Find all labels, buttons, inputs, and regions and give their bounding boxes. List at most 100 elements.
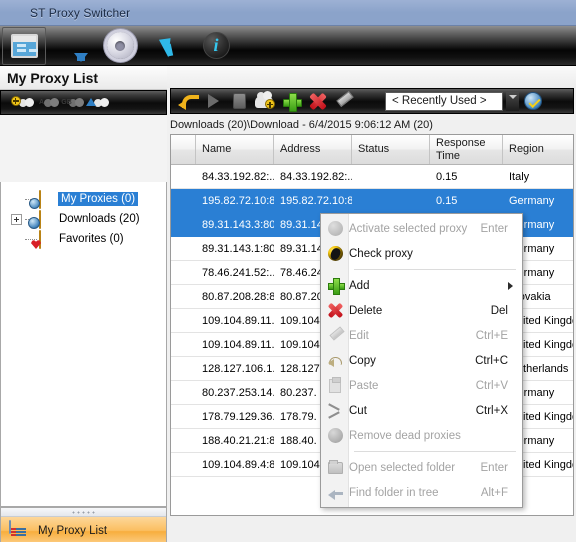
red-x-icon bbox=[309, 93, 326, 110]
column-header-response-time[interactable]: Response Time bbox=[430, 135, 503, 164]
stop-icon bbox=[232, 93, 246, 109]
column-header-icon[interactable] bbox=[171, 135, 196, 164]
column-header-status[interactable]: Status bbox=[352, 135, 430, 164]
column-header-name[interactable]: Name bbox=[196, 135, 274, 164]
proxy-list-view-button[interactable] bbox=[0, 26, 48, 66]
cut-icon bbox=[321, 398, 349, 423]
paste-icon bbox=[321, 373, 349, 398]
select-tool-button[interactable] bbox=[144, 26, 192, 66]
gear-icon bbox=[106, 32, 134, 59]
left-panel-toolbar: A GB bbox=[0, 90, 167, 115]
page-title: My Proxy List bbox=[7, 69, 99, 86]
cell-name: 89.31.143.1:80 bbox=[202, 242, 274, 255]
green-plus-icon bbox=[321, 273, 349, 298]
column-header-region[interactable]: Region bbox=[503, 135, 573, 164]
row-globe-icon bbox=[171, 289, 196, 305]
context-menu-item[interactable]: Delete Del bbox=[321, 298, 522, 323]
row-globe-icon bbox=[171, 361, 196, 377]
back-arrow-icon bbox=[177, 93, 199, 110]
cell-address: 84.33.192.82:... bbox=[280, 170, 352, 183]
cell-region: Germany bbox=[509, 194, 555, 207]
edit-button bbox=[331, 90, 355, 112]
add-button[interactable] bbox=[279, 90, 303, 112]
cell-address: 195.82.72.10:80 bbox=[280, 194, 352, 207]
branding-area: S T bbox=[337, 518, 576, 542]
table-row[interactable]: 195.82.72.10:80 195.82.72.10:80 0.15 German… bbox=[171, 189, 573, 213]
window-icon bbox=[10, 33, 38, 58]
download-proxies-button[interactable] bbox=[48, 26, 96, 66]
title-bar: ST Proxy Switcher bbox=[0, 0, 576, 26]
proxy-list-icon bbox=[9, 520, 29, 541]
context-menu-item: Remove dead proxies bbox=[321, 423, 522, 448]
globe-dim-icon bbox=[321, 216, 349, 241]
green-plus-icon bbox=[282, 92, 302, 112]
expand-icon[interactable] bbox=[11, 213, 22, 225]
row-globe-icon bbox=[171, 457, 196, 473]
cell-name: 80.87.208.28:80 bbox=[202, 290, 274, 303]
context-menu-item: Activate selected proxy Enter bbox=[321, 216, 522, 241]
folder-icon bbox=[321, 455, 349, 480]
globe-button[interactable] bbox=[357, 90, 381, 112]
chevron-down-icon[interactable] bbox=[506, 91, 519, 111]
context-menu-item: Open selected folder Enter bbox=[321, 455, 522, 480]
breadcrumb-text: Downloads (20)\Download - 6/4/2015 9:06:… bbox=[170, 118, 433, 131]
tree-item-my-proxies[interactable]: My Proxies (0) bbox=[1, 189, 166, 209]
context-menu-items: Activate selected proxy Enter Check proxy A… bbox=[321, 216, 522, 505]
context-menu-item: Find folder in tree Alt+F bbox=[321, 480, 522, 505]
table-row[interactable]: 84.33.192.82:... 84.33.192.82:... 0.15 Ital… bbox=[171, 165, 573, 189]
delete-button[interactable] bbox=[305, 90, 329, 112]
context-menu[interactable]: Activate selected proxy Enter Check proxy A… bbox=[320, 213, 523, 508]
context-menu-item-label: Delete bbox=[349, 304, 383, 317]
app-window: ST Proxy Switcher My Proxy List bbox=[0, 0, 576, 542]
context-menu-item-label: Add bbox=[349, 279, 370, 292]
about-button[interactable] bbox=[192, 26, 240, 66]
globe-icon bbox=[321, 241, 349, 266]
play-arrow-icon bbox=[207, 94, 219, 108]
add-proxy-cloud-button[interactable] bbox=[253, 90, 277, 112]
cursor-icon bbox=[158, 34, 178, 57]
submenu-arrow-icon bbox=[508, 281, 513, 290]
red-x-icon bbox=[321, 298, 349, 323]
pencil-icon bbox=[335, 94, 352, 109]
context-menu-item-accelerator: Ctrl+X bbox=[475, 404, 508, 417]
tree-item-label: My Proxies (0) bbox=[58, 192, 139, 206]
context-menu-item-accelerator: Ctrl+V bbox=[475, 379, 508, 392]
settings-button[interactable] bbox=[96, 26, 144, 66]
context-menu-item-accelerator: Enter bbox=[480, 222, 509, 235]
context-menu-item[interactable]: Copy Ctrl+C bbox=[321, 348, 522, 373]
right-panel-toolbar: < Recently Used > bbox=[170, 88, 574, 114]
globe-icon bbox=[360, 92, 378, 110]
context-menu-item[interactable]: Check proxy bbox=[321, 241, 522, 266]
recently-used-combo[interactable]: < Recently Used > bbox=[385, 91, 503, 111]
column-header-address[interactable]: Address bbox=[274, 135, 352, 164]
table-header-row: Name Address Status Response Time Region bbox=[171, 135, 573, 165]
globe-download-icon bbox=[57, 31, 88, 62]
context-menu-item-accelerator: Del bbox=[490, 304, 508, 317]
tree-item-favorites[interactable]: Favorites (0) bbox=[1, 229, 166, 249]
tree-item-downloads[interactable]: Downloads (20) bbox=[1, 209, 166, 229]
add-cloud-button[interactable] bbox=[5, 92, 28, 113]
proxy-tree[interactable]: My Proxies (0) Downloads (20) Favorites … bbox=[0, 182, 167, 507]
row-globe-icon bbox=[171, 385, 196, 401]
context-menu-item[interactable]: Add bbox=[321, 273, 522, 298]
context-menu-item-label: Find folder in tree bbox=[349, 486, 439, 499]
main-toolbar bbox=[0, 26, 576, 66]
context-menu-item-label: Copy bbox=[349, 354, 376, 367]
cell-name: 178.79.129.36... bbox=[202, 410, 274, 423]
context-menu-item-accelerator: Ctrl+C bbox=[475, 354, 508, 367]
splitter-grip[interactable] bbox=[1, 508, 166, 517]
back-button[interactable] bbox=[175, 90, 199, 112]
context-menu-item-label: Check proxy bbox=[349, 247, 413, 260]
context-menu-item[interactable]: Cut Ctrl+X bbox=[321, 398, 522, 423]
window-title: ST Proxy Switcher bbox=[30, 5, 131, 20]
copy-icon bbox=[321, 348, 349, 373]
proxies-folder-icon bbox=[39, 190, 55, 209]
stop-button bbox=[227, 90, 251, 112]
info-icon bbox=[202, 32, 230, 59]
globe-icon bbox=[7, 5, 23, 21]
check-proxy-button[interactable] bbox=[521, 90, 545, 112]
context-menu-item-accelerator: Enter bbox=[480, 461, 509, 474]
row-globe-icon bbox=[171, 193, 196, 209]
nav-item-my-proxy-list[interactable]: My Proxy List bbox=[1, 517, 166, 542]
downloads-folder-icon bbox=[39, 210, 55, 229]
